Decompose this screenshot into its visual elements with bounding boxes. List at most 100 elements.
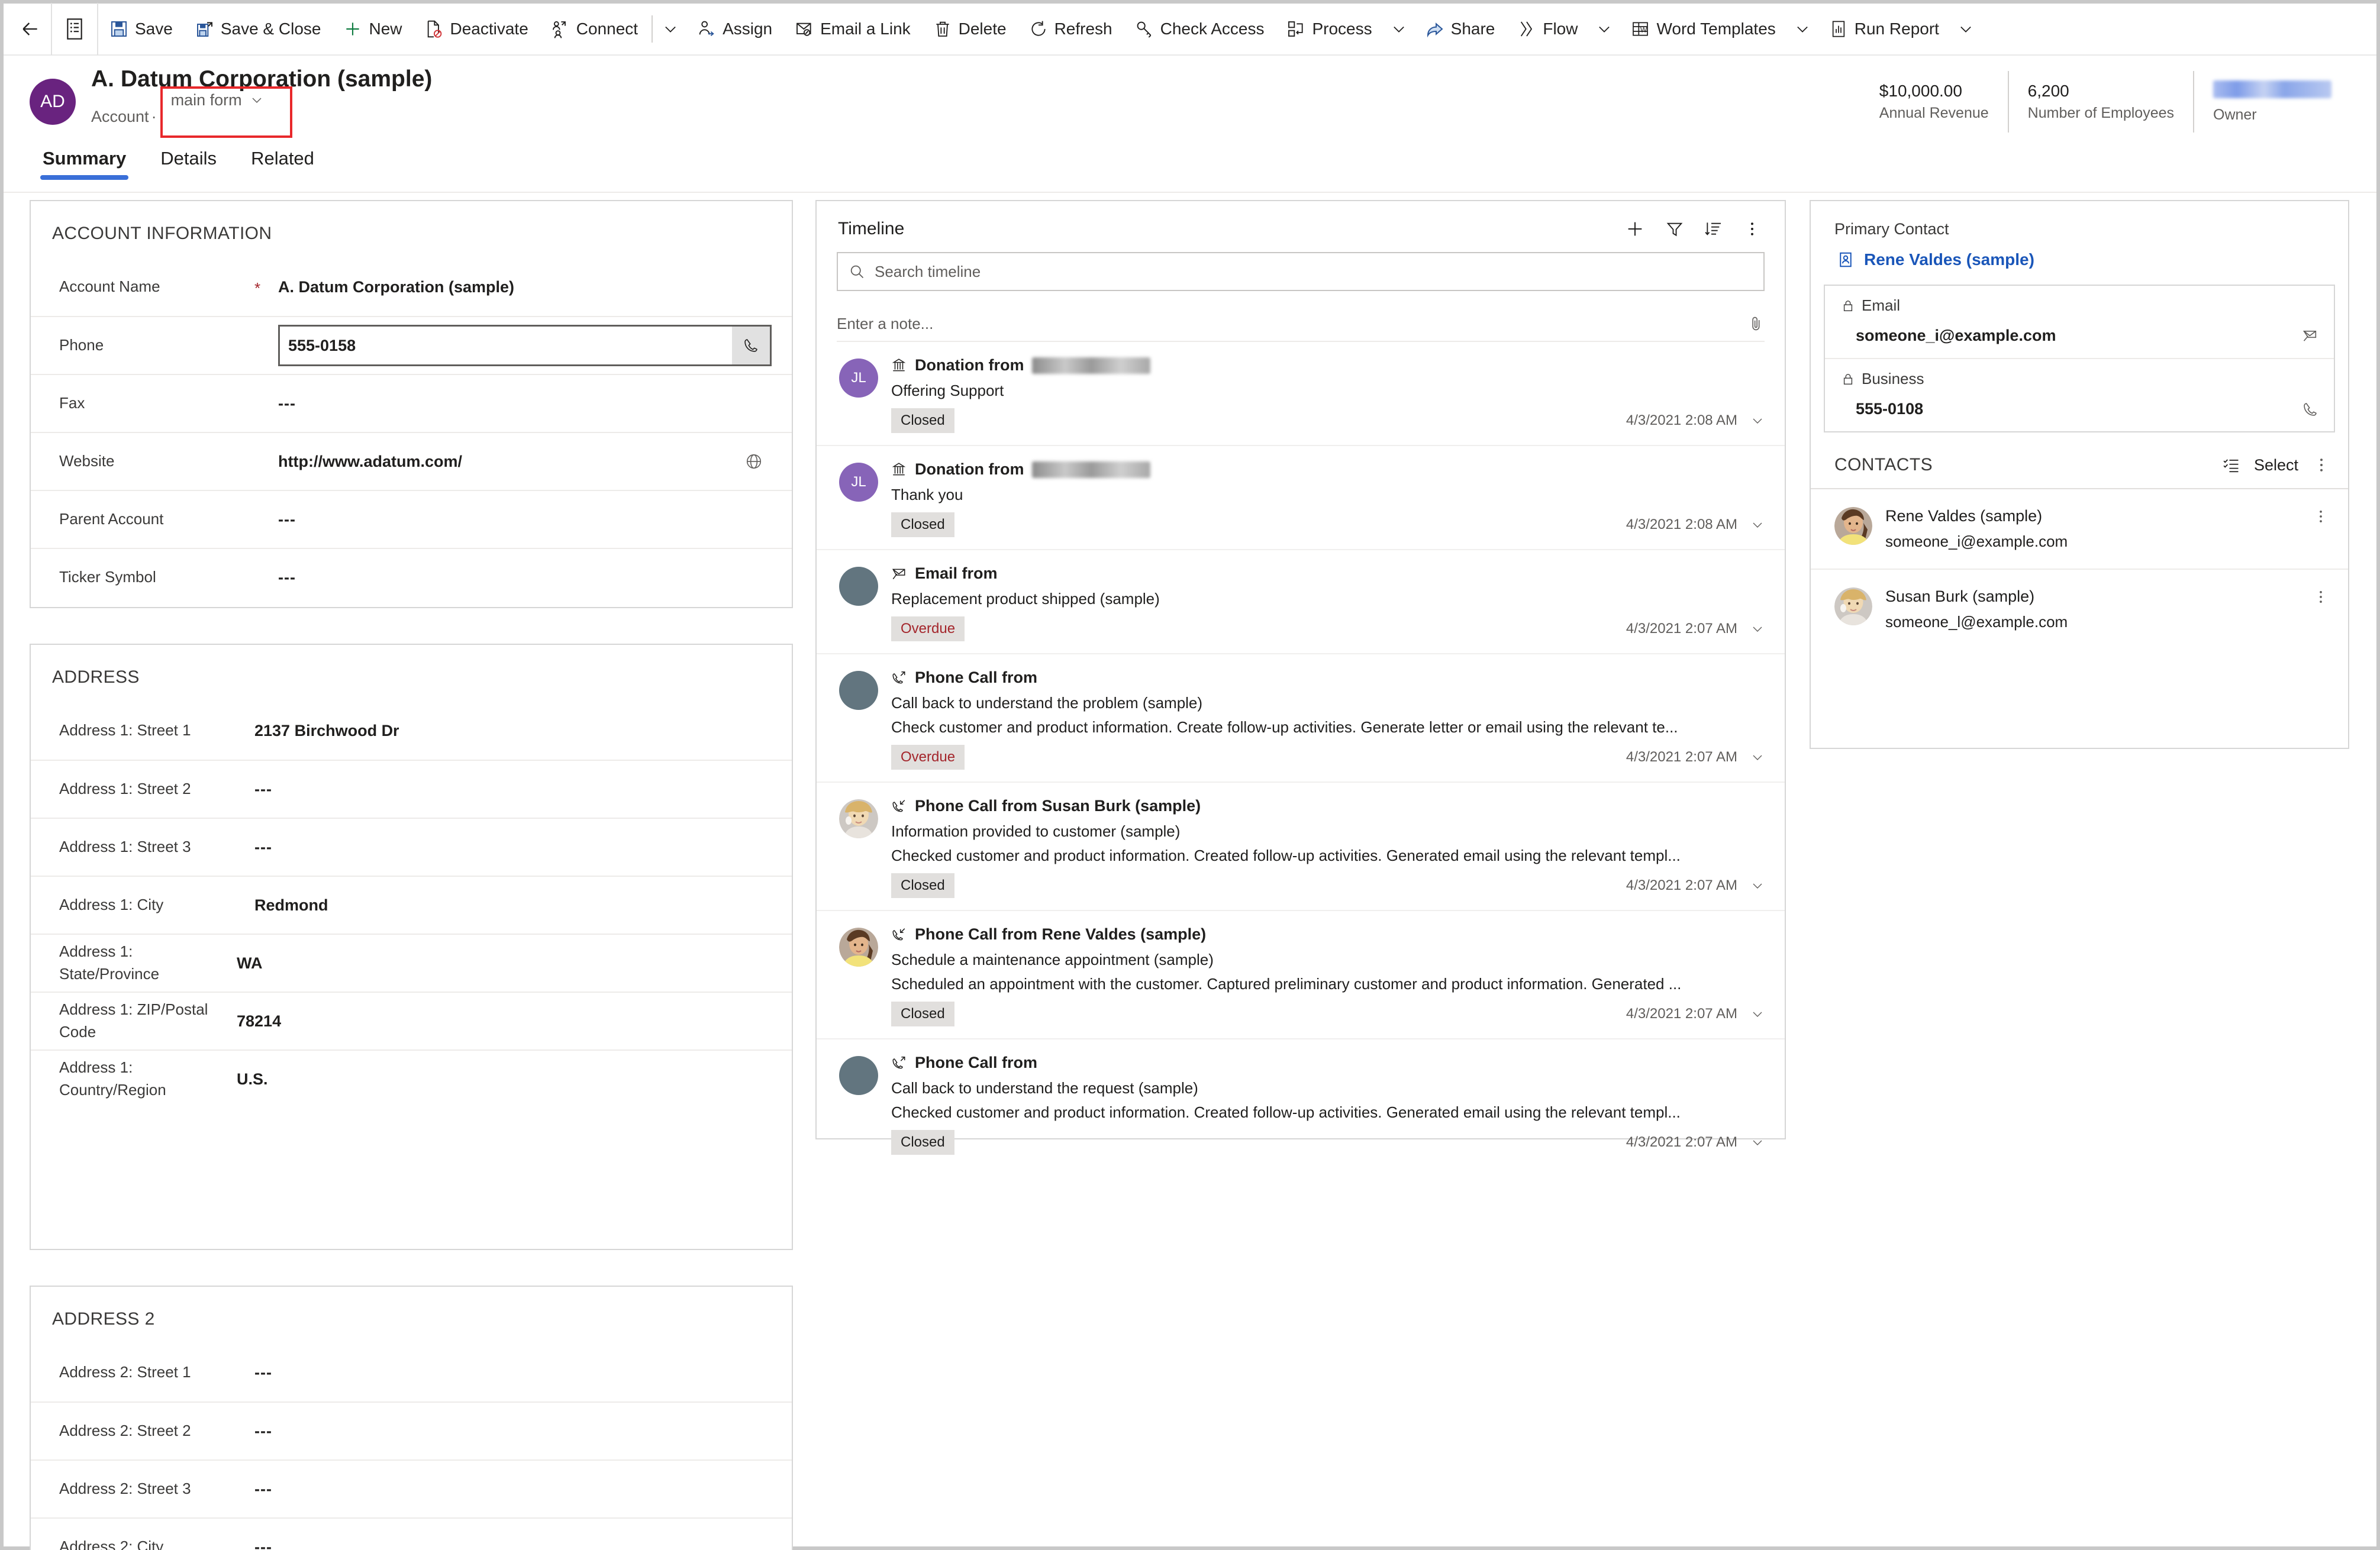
address-title: ADDRESS (52, 667, 140, 687)
email-a-link-button[interactable]: Email a Link (783, 3, 922, 55)
timeline-card: Timeline Search timeline Enter a note...… (815, 200, 1786, 1155)
chevron-down-icon[interactable] (1750, 879, 1765, 893)
address2-street1-value[interactable]: --- (254, 1364, 772, 1382)
process-button[interactable]: Process (1275, 3, 1383, 55)
run-report-button[interactable]: Run Report (1818, 3, 1950, 55)
timeline-item[interactable]: Phone Call from Rene Valdes (sample) Sch… (817, 911, 1785, 1039)
primary-contact-link[interactable]: Rene Valdes (sample) (1864, 250, 2034, 269)
address2-street3-value[interactable]: --- (254, 1480, 772, 1499)
more-icon[interactable] (1743, 220, 1761, 238)
phone-icon[interactable] (2302, 401, 2318, 418)
assign-button[interactable]: Assign (686, 3, 783, 55)
timeline-item-title: Donation from (891, 460, 1765, 479)
fax-value[interactable]: --- (278, 395, 772, 413)
address2-city-value[interactable]: --- (254, 1538, 772, 1550)
address1-city-value[interactable]: Redmond (254, 896, 772, 915)
timestamp: 4/3/2021 2:08 AM (1626, 412, 1737, 428)
chevron-down-icon[interactable] (1750, 1135, 1765, 1149)
address1-street3-value[interactable]: --- (254, 838, 772, 857)
more-icon[interactable] (2313, 456, 2330, 474)
sort-icon[interactable] (1704, 219, 1723, 238)
timestamp: 4/3/2021 2:07 AM (1626, 1006, 1737, 1022)
fax-spacer (254, 402, 278, 405)
timeline-item[interactable]: JL Donation from Thank you Closed 4/3/20… (817, 446, 1785, 550)
check-access-button[interactable]: Check Access (1124, 3, 1276, 55)
chevron-down-icon[interactable] (1750, 518, 1765, 532)
select-button[interactable]: Select (2254, 456, 2298, 474)
chevron-down-icon[interactable] (1750, 622, 1765, 636)
address2-street2-label: Address 2: Street 2 (59, 1422, 191, 1440)
word-templates-chevron-down-icon[interactable] (1787, 3, 1818, 55)
delete-button[interactable]: Delete (922, 3, 1018, 55)
timeline-item-name-redacted (1032, 357, 1151, 374)
phone-call-button[interactable] (732, 327, 770, 364)
phone-input[interactable] (280, 327, 732, 364)
chevron-down-icon[interactable] (1750, 1007, 1765, 1021)
chevron-down-icon (250, 93, 264, 107)
parent-account-value[interactable]: --- (278, 511, 772, 529)
tab-summary[interactable]: Summary (33, 148, 136, 180)
form-list-icon[interactable] (52, 3, 97, 55)
contact-more-icon[interactable] (2309, 507, 2333, 525)
share-button[interactable]: Share (1414, 3, 1507, 55)
ticker-symbol-value[interactable]: --- (278, 569, 772, 587)
search-input[interactable] (875, 262, 1753, 281)
address2-street2-value[interactable]: --- (254, 1422, 772, 1441)
add-icon[interactable] (1625, 219, 1645, 239)
flow-button[interactable]: Flow (1506, 3, 1589, 55)
timeline-item-subject: Replacement product shipped (sample) (891, 590, 1160, 608)
timeline-note-composer[interactable]: Enter a note... (837, 306, 1765, 342)
chevron-down-icon[interactable] (1750, 414, 1765, 428)
save-button[interactable]: Save (98, 3, 184, 55)
checklist-icon[interactable] (2222, 456, 2240, 474)
timeline-item[interactable]: Phone Call from Susan Burk (sample) Info… (817, 783, 1785, 911)
required-indicator: * (254, 279, 261, 297)
deactivate-button[interactable]: Deactivate (413, 3, 539, 55)
avatar (839, 928, 878, 967)
word-templates-button[interactable]: W Word Templates (1620, 3, 1786, 55)
connect-chevron-down-icon[interactable] (655, 3, 686, 55)
run-report-chevron-down-icon[interactable] (1950, 3, 1981, 55)
account-name-value[interactable]: A. Datum Corporation (sample) (278, 278, 772, 296)
save-label: Save (135, 20, 173, 38)
address1-street1-value[interactable]: 2137 Birchwood Dr (254, 722, 772, 740)
filter-icon[interactable] (1665, 219, 1684, 238)
entity-name-label: Account (91, 107, 149, 125)
stat-owner[interactable]: Owner (2193, 71, 2350, 133)
email-a-link-label: Email a Link (820, 20, 911, 38)
timeline-item[interactable]: Phone Call from Call back to understand … (817, 654, 1785, 783)
globe-icon[interactable] (736, 453, 772, 470)
parent-account-spacer (254, 518, 278, 521)
email-icon[interactable] (2302, 328, 2318, 344)
list-item[interactable]: Susan Burk (sample) someone_l@example.co… (1811, 570, 2348, 649)
form-selector[interactable]: main form (171, 91, 264, 109)
address1-country-value[interactable]: U.S. (237, 1070, 772, 1089)
address1-zip-value[interactable]: 78214 (237, 1012, 772, 1031)
chevron-down-icon[interactable] (1750, 750, 1765, 764)
tab-details[interactable]: Details (151, 148, 226, 180)
timeline-item[interactable]: Email from Replacement product shipped (… (817, 550, 1785, 654)
new-button[interactable]: New (332, 3, 413, 55)
save-and-close-button[interactable]: Save & Close (184, 3, 333, 55)
address1-state-value[interactable]: WA (237, 954, 772, 973)
flow-chevron-down-icon[interactable] (1589, 3, 1620, 55)
search-icon (849, 263, 865, 280)
field-account-name: Account Name * A. Datum Corporation (sam… (31, 258, 792, 316)
timeline-item-subject: Offering Support (891, 382, 1004, 399)
deactivate-icon (424, 20, 443, 38)
website-value[interactable]: http://www.adatum.com/ (278, 453, 736, 471)
process-chevron-down-icon[interactable] (1384, 3, 1414, 55)
owner-value-redacted (2213, 80, 2331, 102)
email-field-label: Email (1862, 296, 1901, 314)
timeline-item[interactable]: JL Donation from Offering Support Closed… (817, 342, 1785, 446)
address1-street2-value[interactable]: --- (254, 780, 772, 799)
tab-related[interactable]: Related (241, 148, 324, 180)
field-address1-street1: Address 1: Street 1 2137 Birchwood Dr (31, 702, 792, 760)
refresh-button[interactable]: Refresh (1018, 3, 1124, 55)
timeline-item[interactable]: Phone Call from Call back to understand … (817, 1039, 1785, 1167)
back-button[interactable] (9, 3, 51, 55)
contact-more-icon[interactable] (2309, 587, 2333, 605)
list-item[interactable]: Rene Valdes (sample) someone_i@example.c… (1811, 489, 2348, 570)
paperclip-icon[interactable] (1748, 315, 1765, 332)
connect-button[interactable]: Connect (540, 3, 649, 55)
